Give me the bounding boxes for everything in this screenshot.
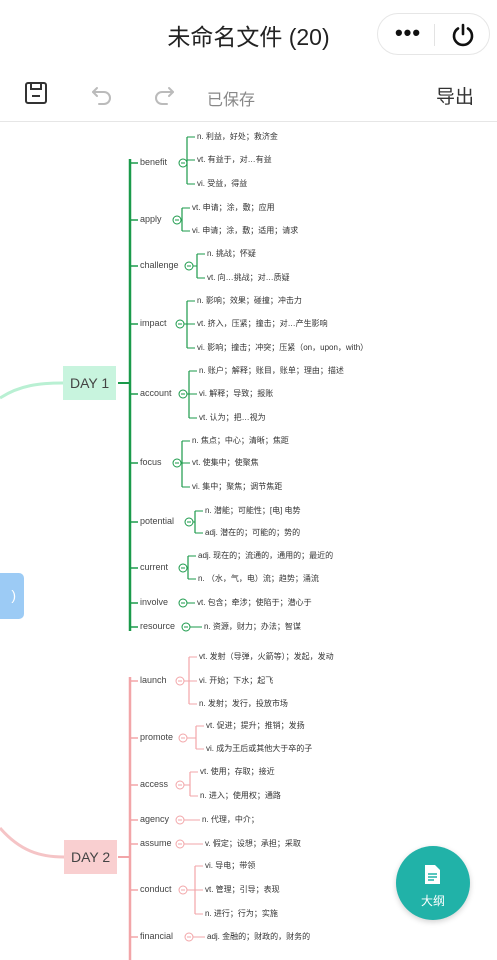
mindmap-canvas[interactable]: ) DAY 1 DAY 2 benefit n. 利益，好处；救济金 vt. 有益于… [0,123,497,960]
definition-node[interactable]: vi. 申请；涂，敷；适用；请求 [192,226,298,236]
definition-node[interactable]: vt. 促进；提升；推销；发扬 [206,721,305,731]
definition-node[interactable]: adj. 潜在的；可能的；势的 [205,528,300,538]
word-node-financial[interactable]: financial [139,931,175,942]
definition-node[interactable]: n. 影响；效果；碰撞；冲击力 [197,296,302,306]
word-node-account[interactable]: account [139,388,173,399]
day2-node[interactable]: DAY 2 [64,840,118,874]
definition-node[interactable]: vt. 挤入，压紧；撞击；对…产生影响 [197,319,328,329]
word-node-access[interactable]: access [139,779,170,790]
word-node-challenge[interactable]: challenge [139,260,180,271]
definition-node[interactable]: vt. 发射（导弹，火箭等）；发起，发动 [199,652,334,662]
definition-node[interactable]: vt. 包含；牵涉；使陷于；潜心于 [197,598,312,608]
definition-node[interactable]: vt. 申请；涂，敷；应用 [192,203,275,213]
redo-icon[interactable] [151,80,177,106]
definition-node[interactable]: n. 焦点；中心；清晰；焦距 [192,436,289,446]
day1-node[interactable]: DAY 1 [63,366,117,400]
definition-node[interactable]: n. 进行；行为；实施 [205,909,278,919]
definition-node[interactable]: vt. 有益于，对…有益 [197,155,272,165]
word-node-conduct[interactable]: conduct [139,884,173,895]
editor-toolbar: 已保存 导出 [0,66,497,122]
definition-node[interactable]: vt. 认为；把…视为 [199,413,266,423]
outline-button-label: 大纲 [420,894,445,908]
definition-node[interactable]: vi. 成为王后或其他大于卒的子 [206,744,312,754]
more-options-icon[interactable]: ••• [388,22,428,46]
word-node-launch[interactable]: launch [139,675,168,686]
root-to-day2-link [0,827,65,859]
word-node-benefit[interactable]: benefit [139,157,169,168]
definition-node[interactable]: n. 利益，好处；救济金 [197,132,278,142]
root-node[interactable]: ) [0,573,24,619]
export-button[interactable]: 导出 [436,82,474,109]
word-node-resource[interactable]: resource [139,621,177,632]
undo-icon[interactable] [89,80,115,106]
definition-node[interactable]: n. 挑战；怀疑 [207,249,256,259]
word-node-focus[interactable]: focus [139,457,163,468]
definition-node[interactable]: adj. 金融的；财政的，财务的 [207,932,310,942]
word-node-impact[interactable]: impact [139,318,168,329]
word-node-involve[interactable]: involve [139,597,170,608]
word-node-current[interactable]: current [139,562,170,573]
definition-node[interactable]: vi. 解释；导致；报账 [199,389,273,399]
close-power-icon[interactable] [450,22,476,48]
word-node-promote[interactable]: promote [139,732,175,743]
root-to-day1-link [0,381,64,400]
definition-node[interactable]: vt. 向…挑战；对…质疑 [207,273,290,283]
word-node-agency[interactable]: agency [139,814,171,825]
definition-node[interactable]: n. 代理，中介； [202,815,259,825]
definition-node[interactable]: adj. 现在的；流通的，通用的；最近的 [198,551,333,561]
word-node-apply[interactable]: apply [139,214,163,225]
mini-program-capsule: ••• [377,13,490,55]
capsule-divider [434,24,435,46]
word-node-assume[interactable]: assume [139,838,173,849]
title-bar: 未命名文件 (20) ••• [0,0,497,66]
definition-node[interactable]: n. 潜能；可能性；[电] 电势 [205,506,301,516]
document-icon [425,865,440,884]
definition-node[interactable]: vt. 管理；引导；表现 [205,885,280,895]
outline-button[interactable]: 大纲 [396,846,470,920]
definition-node[interactable]: vi. 集中；聚焦；调节焦距 [192,482,282,492]
definition-node[interactable]: vi. 导电；带领 [205,861,255,871]
definition-node[interactable]: vi. 受益，得益 [197,179,247,189]
word-node-potential[interactable]: potential [139,516,176,527]
definition-node[interactable]: n. 进入；使用权；通路 [200,791,281,801]
root-node-label: ) [11,587,16,603]
definition-node[interactable]: vt. 使用；存取；接近 [200,767,275,777]
save-icon[interactable] [23,80,49,106]
definition-node[interactable]: n. （水，气，电）流；趋势；涌流 [198,574,319,584]
definition-node[interactable]: v. 假定；设想；承担；采取 [205,839,301,849]
definition-node[interactable]: vt. 使集中；使聚焦 [192,458,259,468]
definition-node[interactable]: vi. 开始；下水；起飞 [199,676,273,686]
definition-node[interactable]: n. 资源，财力；办法；智谋 [204,622,301,632]
definition-node[interactable]: n. 账户；解释；账目，账单；理由；描述 [199,366,344,376]
save-status: 已保存 [207,92,256,109]
definition-node[interactable]: n. 发射；发行，投放市场 [199,699,288,709]
definition-node[interactable]: vi. 影响；撞击；冲突；压紧（on，upon，with） [197,343,368,353]
